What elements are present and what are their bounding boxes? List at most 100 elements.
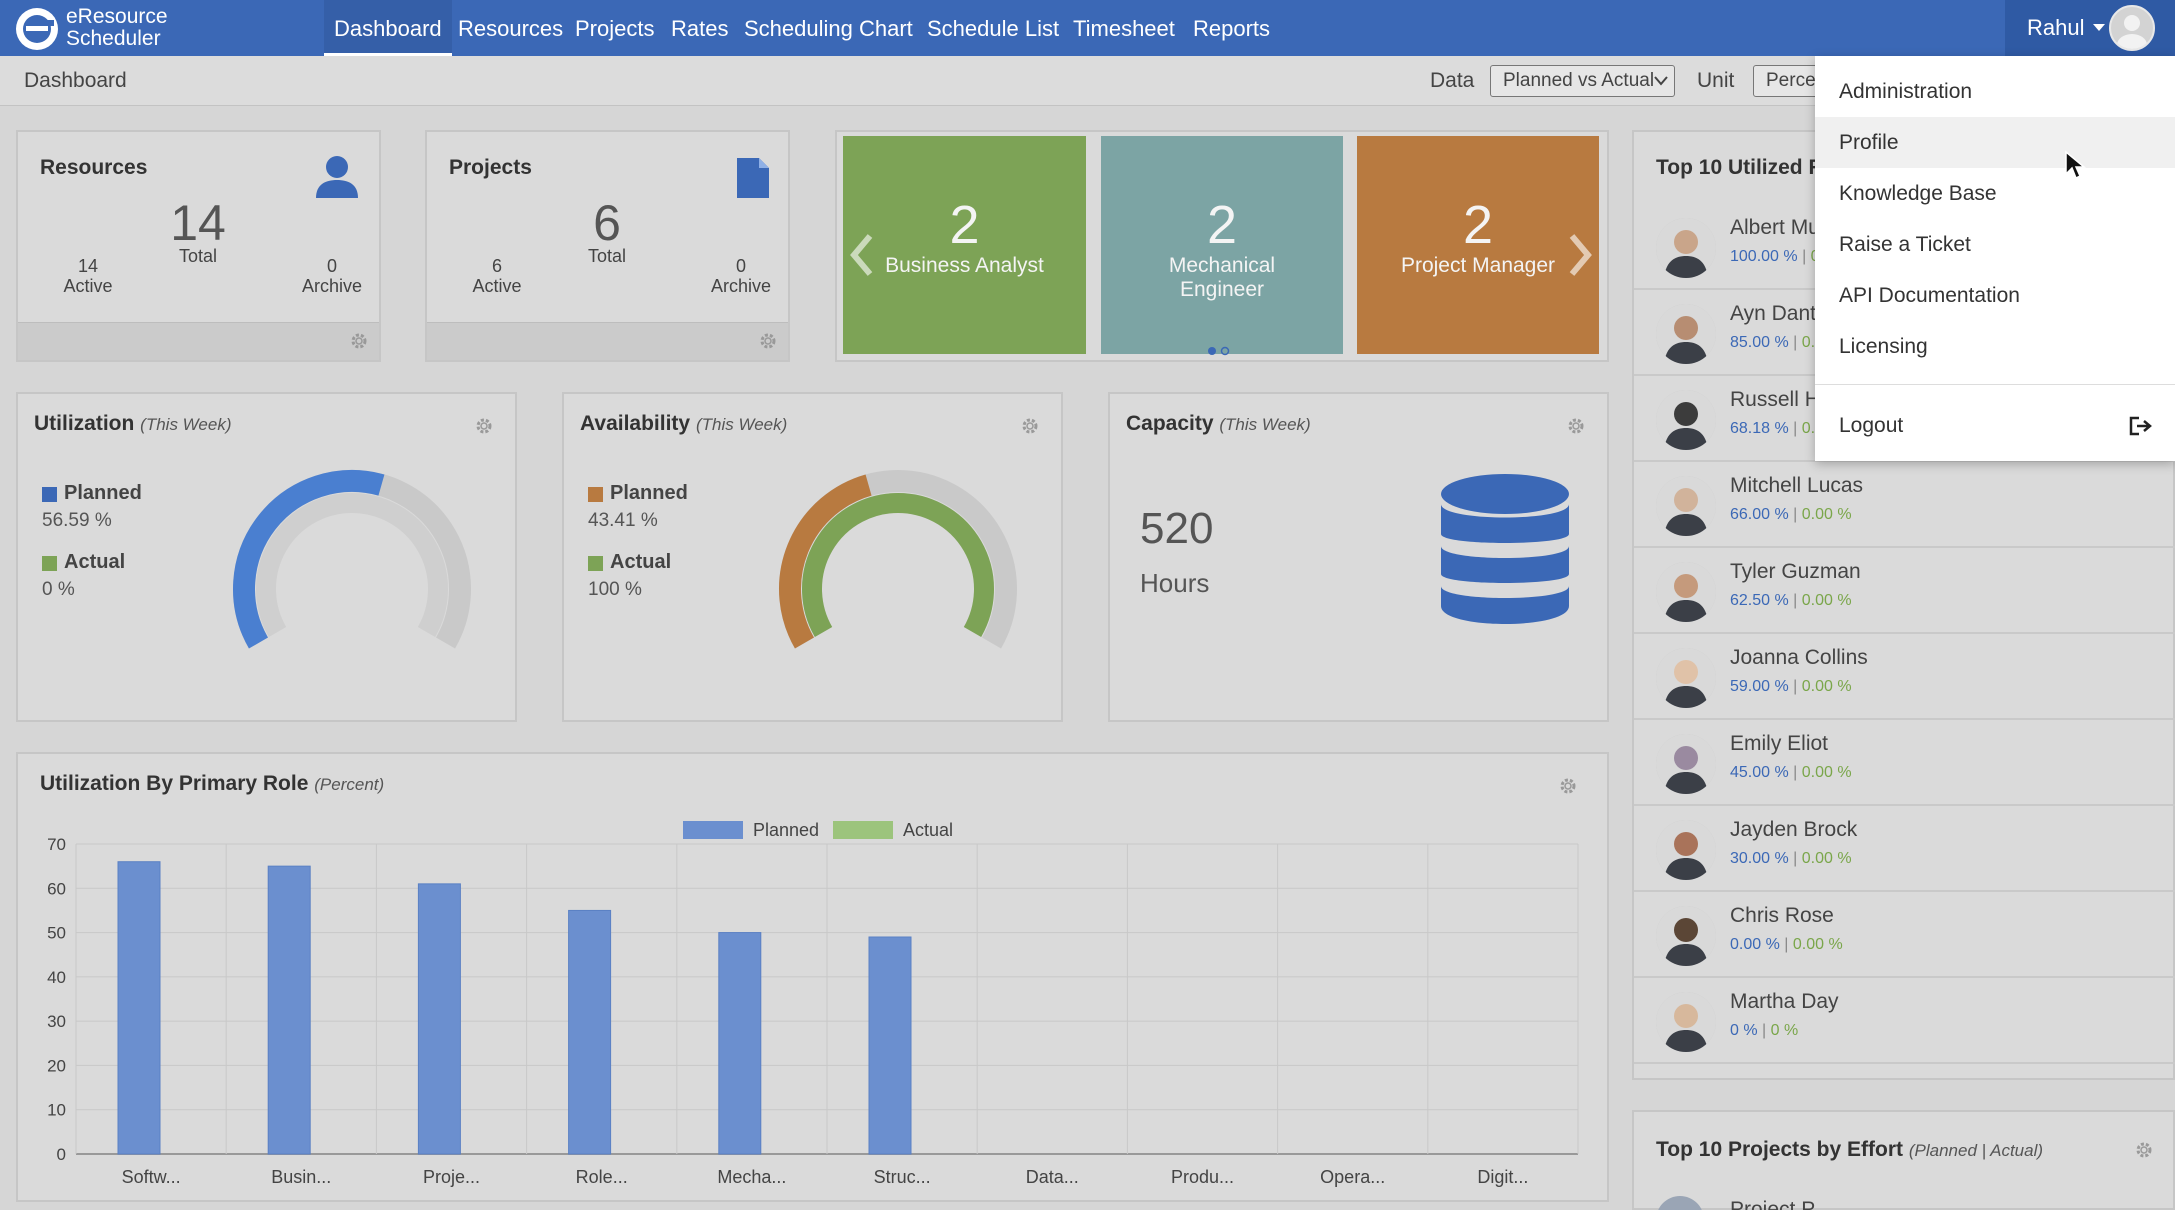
menu-item-licensing[interactable]: Licensing bbox=[1815, 321, 2175, 372]
nav-scheduling-chart[interactable]: Scheduling Chart bbox=[744, 0, 913, 56]
chart-legend: Planned Actual bbox=[683, 820, 953, 840]
top-projects-title: Top 10 Projects by Effort (Planned | Act… bbox=[1656, 1138, 2044, 1161]
menu-item-logout[interactable]: Logout bbox=[1815, 400, 2175, 451]
chevron-down-icon bbox=[1654, 76, 1668, 86]
nav-timesheet[interactable]: Timesheet bbox=[1073, 0, 1175, 56]
caret-down-icon[interactable] bbox=[2093, 24, 2105, 31]
menu-item-profile[interactable]: Profile bbox=[1815, 117, 2175, 168]
gauge-actual-arc bbox=[802, 493, 994, 637]
nav-projects[interactable]: Projects bbox=[575, 0, 654, 56]
utilization-gauge bbox=[233, 470, 471, 649]
resource-row[interactable]: Chris Rose 0.00 % | 0.00 % bbox=[1634, 892, 2175, 978]
availability-gauge bbox=[779, 470, 1017, 649]
nav-rates[interactable]: Rates bbox=[671, 0, 728, 56]
x-tick-label: Mecha... bbox=[717, 1167, 786, 1187]
role-tile-business-analyst[interactable]: 2 Business Analyst bbox=[843, 136, 1086, 354]
projects-total-label: Total bbox=[587, 246, 627, 266]
x-tick-label: Busin... bbox=[271, 1167, 331, 1187]
projects-card-footer bbox=[427, 322, 788, 360]
user-icon bbox=[316, 156, 358, 198]
legend-label-actual: Actual bbox=[903, 820, 953, 840]
resource-name[interactable]: Jayden Brock bbox=[1730, 818, 1857, 842]
capacity-value: 520 bbox=[1140, 504, 1214, 553]
resource-name[interactable]: Albert Mur bbox=[1730, 216, 1827, 240]
resources-title: Resources bbox=[40, 156, 148, 179]
x-tick-label: Digit... bbox=[1477, 1167, 1528, 1187]
top-navbar: eResource Scheduler Dashboard Resources … bbox=[0, 0, 2175, 56]
chart-title: Utilization By Primary Role (Percent) bbox=[40, 772, 385, 795]
resource-name[interactable]: Chris Rose bbox=[1730, 904, 1834, 928]
logo-icon[interactable] bbox=[14, 6, 60, 52]
resource-row[interactable]: Joanna Collins 59.00 % | 0.00 % bbox=[1634, 634, 2175, 720]
role-tile-mechanical-engineer[interactable]: 2 Mechanical Engineer bbox=[1101, 136, 1343, 354]
y-tick-label: 40 bbox=[47, 968, 66, 987]
resource-row[interactable]: Emily Eliot 45.00 % | 0.00 % bbox=[1634, 720, 2175, 806]
resource-row[interactable]: Tyler Guzman 62.50 % | 0.00 % bbox=[1634, 548, 2175, 634]
utilization-card: Utilization (This Week) Planned 56.59 % … bbox=[16, 392, 517, 722]
y-tick-label: 20 bbox=[47, 1056, 66, 1075]
resource-row[interactable]: Jayden Brock 30.00 % | 0.00 % bbox=[1634, 806, 2175, 892]
actual-legend-swatch bbox=[588, 556, 603, 571]
resource-avatar bbox=[1656, 218, 1716, 278]
carousel-prev-icon[interactable] bbox=[846, 230, 876, 280]
person-photo-icon bbox=[1656, 734, 1716, 794]
resources-card-footer bbox=[18, 322, 379, 360]
menu-item-administration[interactable]: Administration bbox=[1815, 66, 2175, 117]
menu-item-knowledge-base[interactable]: Knowledge Base bbox=[1815, 168, 2175, 219]
resources-archive: 0 Archive bbox=[301, 256, 363, 296]
y-tick-label: 30 bbox=[47, 1012, 66, 1031]
document-icon bbox=[737, 158, 769, 198]
person-photo-icon bbox=[1656, 648, 1716, 708]
bar-planned bbox=[868, 936, 912, 1155]
resource-row[interactable]: Martha Day 0 % | 0 % bbox=[1634, 978, 2175, 1064]
menu-item-raise-ticket[interactable]: Raise a Ticket bbox=[1815, 219, 2175, 270]
resource-name[interactable]: Mitchell Lucas bbox=[1730, 474, 1863, 498]
role-count: 2 bbox=[1206, 195, 1238, 255]
user-menu-toggle[interactable]: Rahul bbox=[2005, 0, 2175, 56]
user-avatar[interactable] bbox=[2109, 5, 2155, 51]
gear-icon[interactable] bbox=[1020, 416, 1040, 436]
resource-name[interactable]: Tyler Guzman bbox=[1730, 560, 1861, 584]
resources-active: 14 Active bbox=[63, 256, 113, 296]
capacity-title: Capacity (This Week) bbox=[1126, 412, 1311, 435]
resource-name[interactable]: Joanna Collins bbox=[1730, 646, 1868, 670]
carousel-next-icon[interactable] bbox=[1566, 230, 1596, 280]
role-label: Project Manager bbox=[1400, 254, 1556, 277]
logo-text[interactable]: eResource Scheduler bbox=[66, 6, 168, 50]
project-name[interactable]: Project P bbox=[1730, 1198, 1815, 1210]
person-photo-icon bbox=[1656, 562, 1716, 622]
nav-dashboard[interactable]: Dashboard bbox=[324, 0, 452, 56]
bar-planned bbox=[568, 909, 612, 1155]
resource-name[interactable]: Martha Day bbox=[1730, 990, 1839, 1014]
x-tick-label: Proje... bbox=[423, 1167, 480, 1187]
gear-icon[interactable] bbox=[1566, 416, 1586, 436]
carousel-dots[interactable] bbox=[1206, 345, 1232, 357]
gear-icon[interactable] bbox=[474, 416, 494, 436]
unit-select-value: Perce bbox=[1766, 70, 1816, 91]
x-tick-label: Produ... bbox=[1171, 1167, 1234, 1187]
resource-meta: 0 % | 0 % bbox=[1730, 1022, 1799, 1039]
resource-meta: 66.00 % | 0.00 % bbox=[1730, 506, 1852, 523]
person-photo-icon bbox=[1656, 218, 1716, 278]
user-name[interactable]: Rahul bbox=[2027, 0, 2084, 56]
data-select[interactable]: Planned vs Actual bbox=[1490, 65, 1675, 97]
resource-avatar bbox=[1656, 648, 1716, 708]
nav-reports[interactable]: Reports bbox=[1193, 0, 1270, 56]
nav-resources[interactable]: Resources bbox=[458, 0, 563, 56]
person-photo-icon bbox=[1656, 906, 1716, 966]
y-tick-label: 0 bbox=[57, 1145, 66, 1164]
gear-icon[interactable] bbox=[1558, 776, 1578, 796]
data-select-value: Planned vs Actual bbox=[1503, 70, 1655, 91]
gear-icon[interactable] bbox=[758, 331, 778, 351]
resource-name[interactable]: Emily Eliot bbox=[1730, 732, 1828, 756]
nav-schedule-list[interactable]: Schedule List bbox=[927, 0, 1059, 56]
role-label: Mechanical Engineer bbox=[1168, 254, 1276, 301]
resource-meta: 68.18 % | 0. bbox=[1730, 420, 1816, 437]
gear-icon[interactable] bbox=[2134, 1140, 2154, 1160]
role-tile-project-manager[interactable]: 2 Project Manager bbox=[1357, 136, 1599, 354]
resource-name[interactable]: Ayn Dante bbox=[1730, 302, 1828, 326]
menu-item-api-documentation[interactable]: API Documentation bbox=[1815, 270, 2175, 321]
gear-icon[interactable] bbox=[349, 331, 369, 351]
y-tick-label: 60 bbox=[47, 879, 66, 898]
resource-row[interactable]: Mitchell Lucas 66.00 % | 0.00 % bbox=[1634, 462, 2175, 548]
